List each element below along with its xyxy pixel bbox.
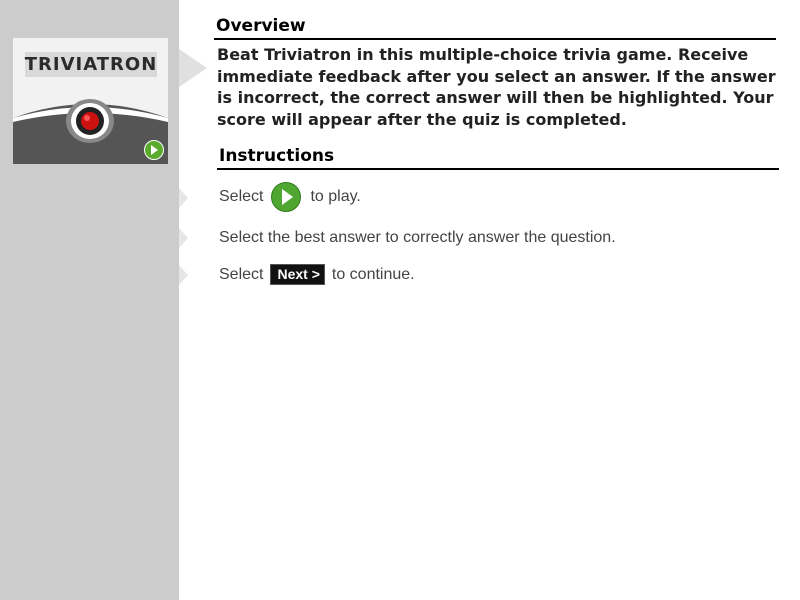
instructions-divider bbox=[217, 168, 779, 170]
logo-title: TRIVIATRON bbox=[24, 54, 158, 75]
overview-pointer bbox=[179, 49, 207, 87]
next-button[interactable]: Next > bbox=[270, 264, 325, 285]
overview-heading: Overview bbox=[216, 16, 306, 36]
step1-before: Select bbox=[219, 188, 264, 205]
play-circle-icon[interactable] bbox=[271, 182, 302, 212]
step3-after: to continue. bbox=[331, 265, 415, 283]
instruction-step-answer: Select the best answer to correctly answ… bbox=[219, 229, 616, 247]
step1-pointer bbox=[179, 188, 188, 208]
step2-pointer bbox=[179, 228, 188, 248]
instruction-step-play: Select to play. bbox=[219, 182, 361, 212]
instruction-step-next: Select Next > to continue. bbox=[219, 264, 415, 285]
step1-after: to play. bbox=[310, 188, 361, 205]
play-circle-icon[interactable] bbox=[144, 140, 164, 160]
overview-text: Beat Triviatron in this multiple-choice … bbox=[217, 45, 776, 129]
triviatron-logo[interactable]: TRIVIATRON bbox=[13, 38, 168, 164]
step2-text: Select the best answer to correctly answ… bbox=[219, 229, 616, 246]
step3-before: Select bbox=[219, 265, 264, 283]
overview-divider bbox=[214, 38, 776, 40]
step3-pointer bbox=[179, 265, 188, 285]
instructions-heading: Instructions bbox=[219, 146, 335, 166]
logo-title-plate: TRIVIATRON bbox=[25, 52, 157, 77]
